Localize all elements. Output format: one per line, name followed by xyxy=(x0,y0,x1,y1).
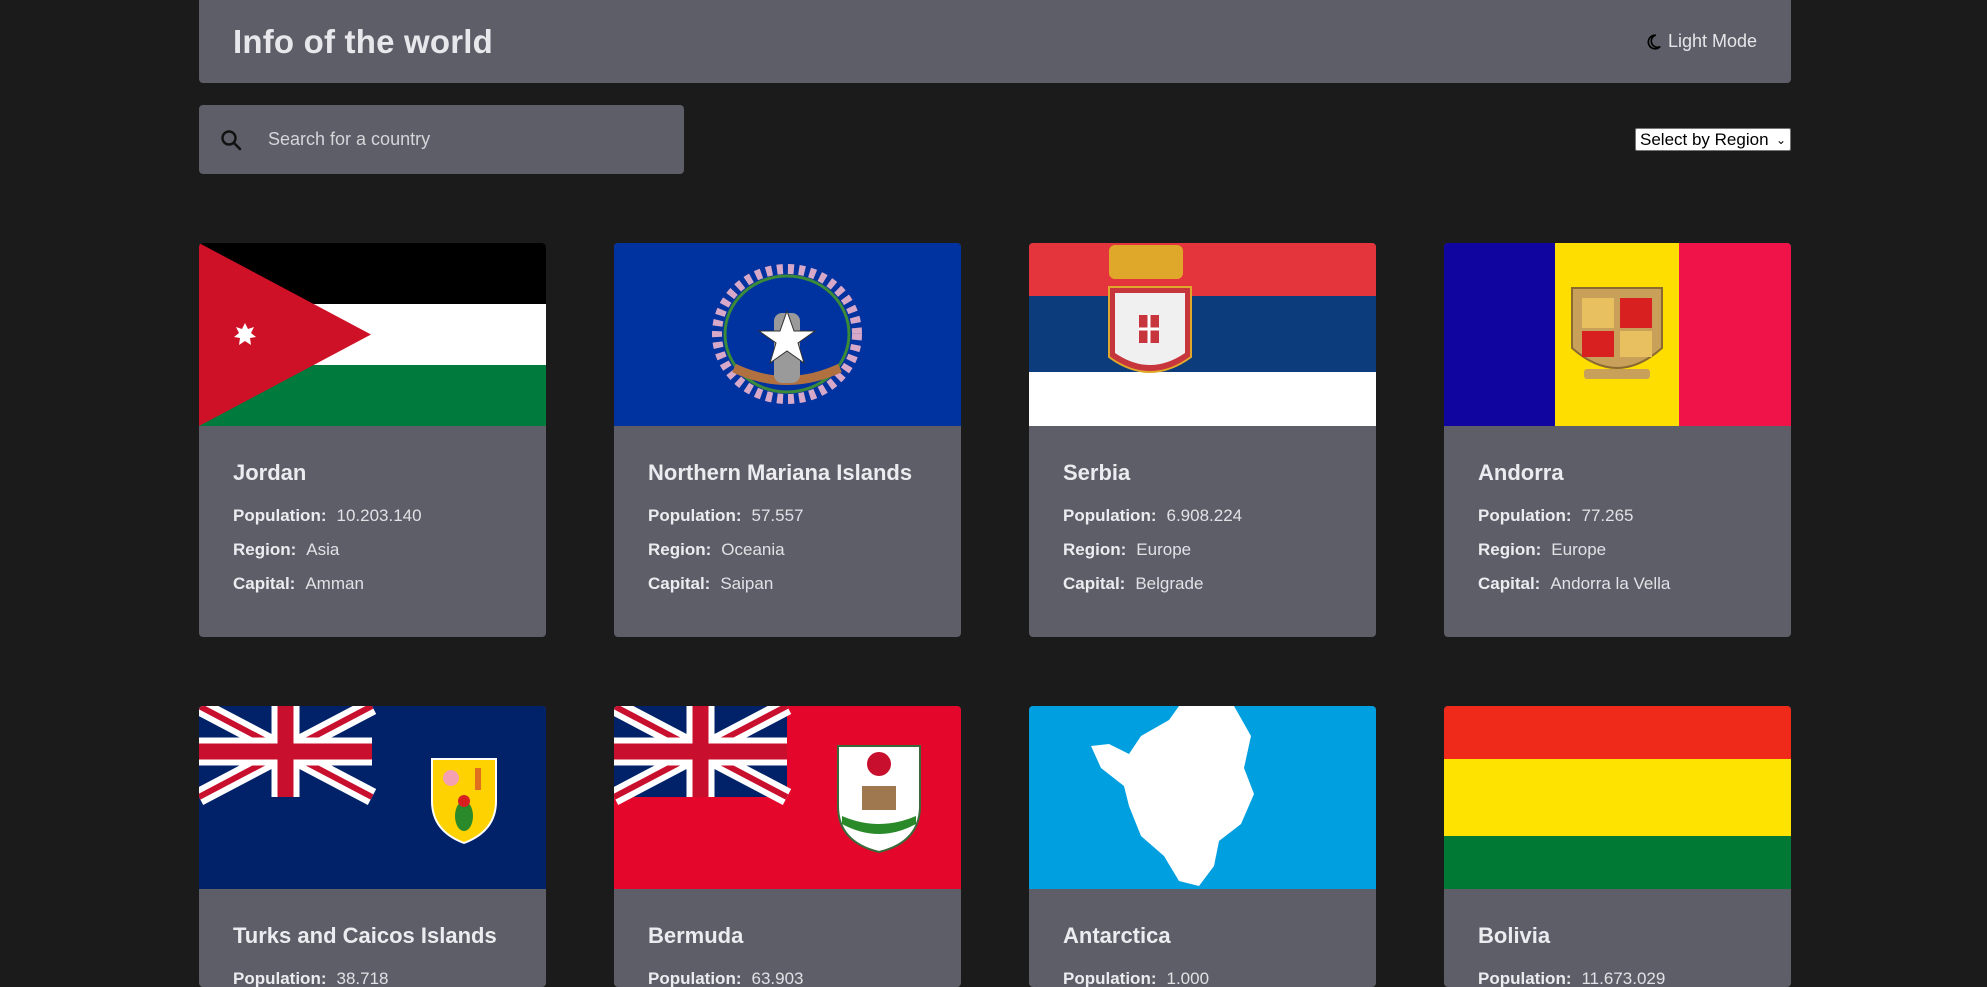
population-row: Population: 63.903 xyxy=(648,969,927,987)
region-filter-select[interactable]: Select by Region ⌄ xyxy=(1635,128,1791,151)
population-label: Population: xyxy=(1063,506,1157,525)
mode-toggle-label: Light Mode xyxy=(1667,31,1757,51)
capital-value: Saipan xyxy=(720,574,774,593)
capital-row: Capital: Belgrade xyxy=(1063,574,1342,594)
bolivia-flag xyxy=(1444,706,1791,889)
light-mode-toggle[interactable]: Light Mode xyxy=(1644,31,1757,52)
country-name: Bermuda xyxy=(648,923,744,948)
region-value: Oceania xyxy=(721,540,785,559)
country-name: Serbia xyxy=(1063,460,1131,485)
population-value: 63.903 xyxy=(751,969,804,987)
population-label: Population: xyxy=(1063,969,1157,987)
population-label: Population: xyxy=(1478,969,1572,987)
population-label: Population: xyxy=(648,506,742,525)
serbia-flag xyxy=(1029,243,1376,426)
country-name: Andorra xyxy=(1478,460,1564,485)
capital-row: Capital: Andorra la Vella xyxy=(1478,574,1757,594)
chevron-down-icon: ⌄ xyxy=(1775,132,1786,147)
capital-value: Belgrade xyxy=(1135,574,1204,593)
region-row: Region: Asia xyxy=(233,540,512,560)
population-row: Population: 11.673.029 xyxy=(1478,969,1757,987)
capital-label: Capital: xyxy=(1478,574,1541,593)
top-header: Info of the world Light Mode xyxy=(199,0,1791,83)
country-card-bolivia[interactable]: Bolivia Population: 11.673.029 xyxy=(1444,706,1791,987)
capital-label: Capital: xyxy=(233,574,296,593)
capital-row: Capital: Amman xyxy=(233,574,512,594)
region-filter-label: Select by Region xyxy=(1640,129,1769,149)
search-input[interactable] xyxy=(268,129,648,150)
jordan-flag xyxy=(199,243,546,426)
population-row: Population: 1.000 xyxy=(1063,969,1342,987)
capital-value: Amman xyxy=(305,574,364,593)
country-name: Antarctica xyxy=(1063,923,1171,948)
region-row: Region: Europe xyxy=(1478,540,1757,560)
population-row: Population: 77.265 xyxy=(1478,506,1757,526)
region-value: Asia xyxy=(306,540,340,559)
population-label: Population: xyxy=(648,969,742,987)
turks-and-caicos-flag xyxy=(199,706,546,889)
capital-row: Capital: Saipan xyxy=(648,574,927,594)
population-value: 11.673.029 xyxy=(1581,969,1666,987)
region-row: Region: Europe xyxy=(1063,540,1342,560)
moon-icon xyxy=(1647,33,1661,50)
antarctica-flag xyxy=(1029,706,1376,889)
country-card-jordan[interactable]: Jordan Population: 10.203.140 Region: Asia… xyxy=(199,243,546,637)
region-value: Europe xyxy=(1136,540,1192,559)
search-box[interactable] xyxy=(199,105,684,174)
population-row: Population: 6.908.224 xyxy=(1063,506,1342,526)
search-icon xyxy=(221,129,242,150)
capital-label: Capital: xyxy=(648,574,711,593)
app-title: Info of the world xyxy=(233,22,494,60)
bermuda-flag xyxy=(614,706,961,889)
population-value: 1.000 xyxy=(1166,969,1210,987)
region-value: Europe xyxy=(1551,540,1607,559)
population-label: Population: xyxy=(1478,506,1572,525)
country-name: Bolivia xyxy=(1478,923,1551,948)
country-name: Turks and Caicos Islands xyxy=(233,923,497,948)
country-card-serbia[interactable]: Serbia Population: 6.908.224 Region: Europ… xyxy=(1029,243,1376,637)
population-label: Population: xyxy=(233,969,327,987)
region-label: Region: xyxy=(648,540,712,559)
population-value: 10.203.140 xyxy=(336,506,422,525)
country-card-bermuda[interactable]: Bermuda Population: 63.903 xyxy=(614,706,961,987)
capital-label: Capital: xyxy=(1063,574,1126,593)
population-value: 6.908.224 xyxy=(1166,506,1243,525)
northern-mariana-islands-flag xyxy=(614,243,961,426)
region-label: Region: xyxy=(1478,540,1542,559)
country-card-northern-mariana-islands[interactable]: Northern Mariana Islands Population: 57.5… xyxy=(614,243,961,637)
country-name: Northern Mariana Islands xyxy=(648,460,913,485)
population-row: Population: 10.203.140 xyxy=(233,506,512,526)
country-card-turks-and-caicos-islands[interactable]: Turks and Caicos Islands Population: 38.7… xyxy=(199,706,546,987)
population-value: 57.557 xyxy=(751,506,804,525)
country-name: Jordan xyxy=(233,460,307,485)
population-value: 77.265 xyxy=(1581,506,1634,525)
region-row: Region: Oceania xyxy=(648,540,927,560)
region-label: Region: xyxy=(1063,540,1127,559)
country-card-andorra[interactable]: Andorra Population: 77.265 Region: Europe … xyxy=(1444,243,1791,637)
country-card-antarctica[interactable]: Antarctica Population: 1.000 xyxy=(1029,706,1376,987)
population-label: Population: xyxy=(233,506,327,525)
population-row: Population: 38.718 xyxy=(233,969,512,987)
andorra-flag xyxy=(1444,243,1791,426)
population-value: 38.718 xyxy=(336,969,389,987)
capital-value: Andorra la Vella xyxy=(1550,574,1671,593)
region-label: Region: xyxy=(233,540,297,559)
population-row: Population: 57.557 xyxy=(648,506,927,526)
